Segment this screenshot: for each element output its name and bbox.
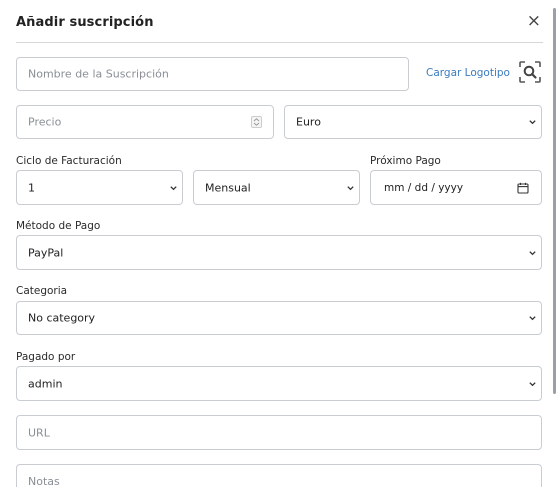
subscription-name-input[interactable]: Nombre de la Suscripción xyxy=(16,57,409,91)
paid-by-select[interactable]: admin xyxy=(16,366,542,401)
scrollbar-thumb[interactable] xyxy=(553,8,556,394)
next-payment-date-input[interactable]: mm / dd / yyyy xyxy=(370,170,542,205)
modal-title: Añadir suscripción xyxy=(16,15,154,30)
chevron-down-icon xyxy=(347,185,354,190)
url-input[interactable]: URL xyxy=(16,415,542,450)
currency-value: Euro xyxy=(296,115,321,129)
billing-cycle-number-value: 1 xyxy=(28,181,35,194)
payment-method-select[interactable]: PayPal xyxy=(16,235,542,270)
payment-method-value: PayPal xyxy=(28,246,64,259)
billing-cycle-label: Ciclo de Facturación xyxy=(16,155,122,167)
paid-by-value: admin xyxy=(28,377,63,390)
chevron-down-icon xyxy=(529,250,536,255)
chevron-down-icon xyxy=(529,381,536,386)
number-spinner-icon[interactable] xyxy=(251,116,262,128)
chevron-down-icon xyxy=(529,316,536,321)
category-value: No category xyxy=(28,311,96,325)
add-subscription-modal: Añadir suscripción × Nombre de la Suscri… xyxy=(0,0,557,487)
next-payment-label: Próximo Pago xyxy=(370,155,441,167)
chevron-down-icon xyxy=(529,120,536,125)
currency-select[interactable]: Euro xyxy=(284,105,542,139)
billing-cycle-number-select[interactable]: 1 xyxy=(16,170,183,205)
modal-header: Añadir suscripción × xyxy=(16,0,543,43)
search-logo-icon[interactable] xyxy=(519,61,541,83)
paid-by-label: Pagado por xyxy=(16,351,76,363)
notes-textarea[interactable]: Notas xyxy=(16,464,542,487)
close-icon[interactable]: × xyxy=(527,13,541,30)
url-placeholder: URL xyxy=(28,426,50,439)
price-input[interactable]: Precio xyxy=(16,105,274,139)
billing-cycle-period-value: Mensual xyxy=(205,181,251,194)
notes-placeholder: Notas xyxy=(28,475,60,487)
next-payment-date-value: mm / dd / yyyy xyxy=(384,181,464,194)
billing-cycle-period-select[interactable]: Mensual xyxy=(193,170,360,205)
payment-method-label: Método de Pago xyxy=(16,220,101,232)
scrollbar[interactable] xyxy=(552,0,557,487)
subscription-name-placeholder: Nombre de la Suscripción xyxy=(28,67,169,81)
calendar-icon[interactable] xyxy=(517,182,529,194)
category-label: Categoria xyxy=(16,285,68,297)
chevron-down-icon xyxy=(170,185,177,190)
price-placeholder: Precio xyxy=(28,115,62,129)
upload-logo-link[interactable]: Cargar Logotipo xyxy=(426,67,510,79)
category-select[interactable]: No category xyxy=(16,301,542,335)
